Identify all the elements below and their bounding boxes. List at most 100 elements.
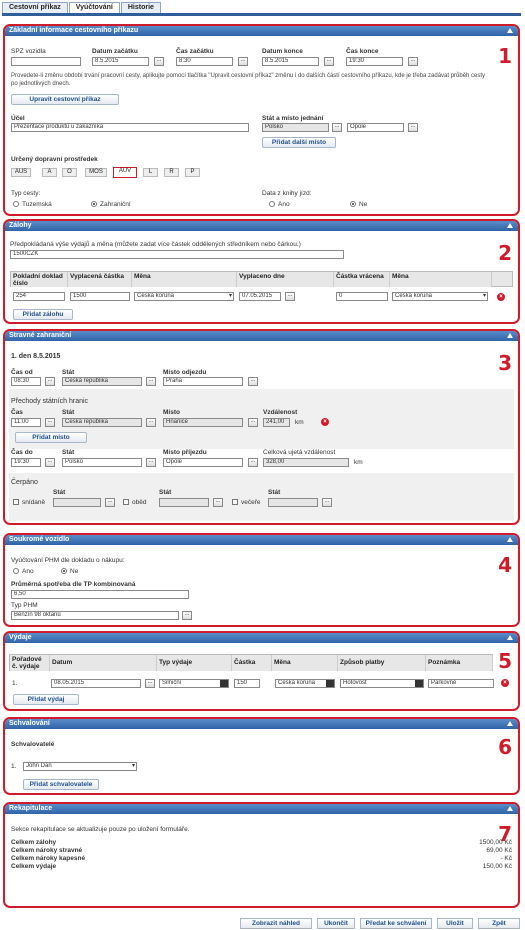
cas-konce-input[interactable]: 19:30: [346, 57, 403, 66]
datum-konce-picker-button[interactable]: ...: [324, 57, 334, 66]
collapse-icon[interactable]: [507, 223, 513, 228]
ulozit-button[interactable]: Uložit: [437, 918, 473, 929]
section-header[interactable]: Soukromé vozidlo: [5, 535, 518, 545]
vzdalenost-input[interactable]: 241,00: [263, 418, 290, 427]
vecere-checkbox[interactable]: [232, 499, 238, 505]
misto-odjezdu-picker-button[interactable]: ...: [248, 377, 258, 386]
zobrazit-nahled-button[interactable]: Zobrazit náhled: [240, 918, 312, 929]
stat-obed-input[interactable]: [159, 498, 209, 507]
stat-od-input[interactable]: Česká republika: [62, 377, 142, 386]
datum-zacatku-input[interactable]: 8.5.2015: [92, 57, 149, 66]
transport-o-button[interactable]: O: [62, 168, 77, 177]
ukoncit-button[interactable]: Ukončit: [317, 918, 355, 929]
misto-prijezdu-picker-button[interactable]: ...: [248, 458, 258, 467]
stat-vecere-input[interactable]: [268, 498, 318, 507]
section-header[interactable]: Schvalování: [5, 719, 518, 729]
stat-obed-picker-button[interactable]: ...: [213, 498, 223, 507]
pridat-vydaj-button[interactable]: Přidat výdaj: [13, 694, 79, 705]
cas-do-input[interactable]: 19:30: [11, 458, 41, 467]
schvalovatel-select[interactable]: John Dan: [23, 762, 137, 771]
mena-select[interactable]: Česká koruna: [134, 292, 234, 301]
spotreba-input[interactable]: 6,50: [11, 590, 189, 599]
kniha-ne-radio[interactable]: [350, 201, 356, 207]
phm-ne-radio[interactable]: [61, 568, 67, 574]
predat-ke-schvaleni-button[interactable]: Předat ke schválení: [360, 918, 432, 929]
section-header[interactable]: Rekapitulace: [5, 804, 518, 814]
obed-checkbox[interactable]: [123, 499, 129, 505]
transport-aus-button[interactable]: AUS: [11, 168, 31, 177]
vydaj-zpusob-select[interactable]: Hotovost: [340, 679, 424, 688]
stat-hr-picker-button[interactable]: ...: [146, 418, 156, 427]
stat-do-input[interactable]: Polsko: [62, 458, 142, 467]
stat-snidane-picker-button[interactable]: ...: [105, 498, 115, 507]
vyplacena-input[interactable]: 1500: [70, 292, 130, 301]
ucel-input[interactable]: Prezentace produktu u zákazníka: [11, 123, 249, 132]
collapse-icon[interactable]: [507, 721, 513, 726]
kniha-ano-radio[interactable]: [269, 201, 275, 207]
vyplaceno-dne-picker-button[interactable]: ...: [285, 292, 295, 301]
stat-hr-input[interactable]: Česká republika: [62, 418, 142, 427]
vydaj-castka-input[interactable]: 150: [234, 679, 260, 688]
misto-odjezdu-input[interactable]: Praha: [163, 377, 243, 386]
tab-vyuctovani[interactable]: Vyúčtování: [68, 2, 120, 13]
cas-od-input[interactable]: 08:30: [11, 377, 41, 386]
vracena-input[interactable]: 0: [336, 292, 388, 301]
tuzemska-radio[interactable]: [13, 201, 19, 207]
stat-vecere-picker-button[interactable]: ...: [322, 498, 332, 507]
typ-phm-picker-button[interactable]: ...: [182, 611, 192, 620]
tab-cestovni-prikaz[interactable]: Cestovní příkaz: [2, 2, 68, 13]
misto-picker-button[interactable]: ...: [408, 123, 418, 132]
collapse-icon[interactable]: [507, 806, 513, 811]
misto-hr-input[interactable]: Hnanice: [163, 418, 243, 427]
datum-zacatku-picker-button[interactable]: ...: [154, 57, 164, 66]
stat-od-picker-button[interactable]: ...: [146, 377, 156, 386]
spz-input[interactable]: [11, 57, 81, 66]
cas-od-picker-button[interactable]: ...: [45, 377, 55, 386]
upravit-cestovni-prikaz-button[interactable]: Upravit cestovní příkaz: [11, 94, 119, 105]
phm-ano-radio[interactable]: [13, 568, 19, 574]
section-header[interactable]: Zálohy: [5, 221, 518, 231]
tab-historie[interactable]: Historie: [120, 2, 161, 13]
delete-prechod-icon[interactable]: ×: [321, 418, 329, 426]
cas-konce-picker-button[interactable]: ...: [408, 57, 418, 66]
vydaj-datum-input[interactable]: 08.05.2015: [51, 679, 141, 688]
vydaj-datum-picker-button[interactable]: ...: [145, 679, 155, 688]
pridat-misto-button[interactable]: Přidat místo: [15, 432, 87, 443]
zahranicni-radio[interactable]: [91, 201, 97, 207]
section-header[interactable]: Stravné zahraniční: [5, 331, 518, 341]
cas-do-picker-button[interactable]: ...: [45, 458, 55, 467]
misto-prijezdu-input[interactable]: Opole: [163, 458, 243, 467]
stat-do-picker-button[interactable]: ...: [146, 458, 156, 467]
pridat-zalohu-button[interactable]: Přidat zálohu: [13, 309, 73, 320]
stat-snidane-input[interactable]: [53, 498, 101, 507]
collapse-icon[interactable]: [507, 537, 513, 542]
vydaj-typ-select[interactable]: Silniční: [159, 679, 229, 688]
collapse-icon[interactable]: [507, 28, 513, 33]
transport-a-button[interactable]: A: [42, 168, 57, 177]
predpokladana-vyse-input[interactable]: 1500CZK: [10, 250, 344, 259]
misto-jednani-input[interactable]: Opole: [347, 123, 404, 132]
misto-hr-picker-button[interactable]: ...: [248, 418, 258, 427]
transport-auv-button[interactable]: AUV: [113, 167, 137, 178]
delete-vydaj-icon[interactable]: ×: [501, 679, 509, 687]
doklad-input[interactable]: 254: [13, 292, 65, 301]
datum-konce-input[interactable]: 8.5.2015: [262, 57, 319, 66]
cas-zacatku-picker-button[interactable]: ...: [238, 57, 248, 66]
section-header[interactable]: Výdaje: [5, 633, 518, 643]
collapse-icon[interactable]: [507, 635, 513, 640]
typ-phm-input[interactable]: Benzín 98 oktanů: [11, 611, 179, 620]
vydaj-poznamka-input[interactable]: Parkovné: [428, 679, 494, 688]
cas-zacatku-input[interactable]: 8:30: [176, 57, 233, 66]
cas-hr-input[interactable]: 11:00: [11, 418, 41, 427]
pridat-schvalovatele-button[interactable]: Přidat schvalovatele: [23, 779, 99, 790]
section-header[interactable]: Základní informace cestovního příkazu: [5, 26, 518, 36]
pridat-dalsi-misto-button[interactable]: Přidat další místo: [262, 137, 336, 148]
vydaj-mena-select[interactable]: Česká koruna: [275, 679, 335, 688]
collapse-icon[interactable]: [507, 333, 513, 338]
vyplaceno-dne-input[interactable]: 07.05.2015: [239, 292, 281, 301]
cas-hr-picker-button[interactable]: ...: [45, 418, 55, 427]
stat-picker-button[interactable]: ...: [332, 123, 342, 132]
transport-l-button[interactable]: L: [143, 168, 158, 177]
transport-p-button[interactable]: P: [185, 168, 200, 177]
transport-r-button[interactable]: R: [164, 168, 179, 177]
